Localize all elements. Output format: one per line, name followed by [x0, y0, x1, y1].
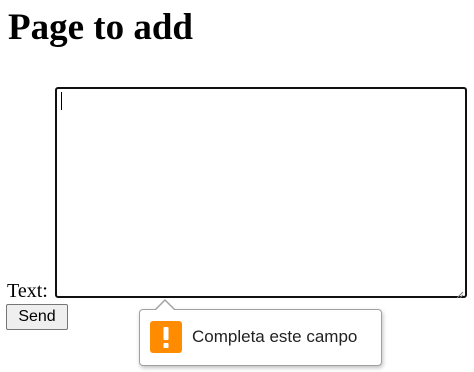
tooltip-message: Completa este campo: [192, 327, 358, 346]
resize-grip-icon[interactable]: [455, 286, 464, 299]
text-label: Text:: [7, 280, 48, 302]
send-button[interactable]: Send: [6, 304, 68, 330]
validation-tooltip: Completa este campo: [139, 299, 382, 366]
text-area[interactable]: [55, 87, 467, 299]
text-caret: [61, 92, 62, 110]
tooltip-arrow-fill: [155, 301, 175, 311]
warning-icon: [150, 321, 182, 353]
